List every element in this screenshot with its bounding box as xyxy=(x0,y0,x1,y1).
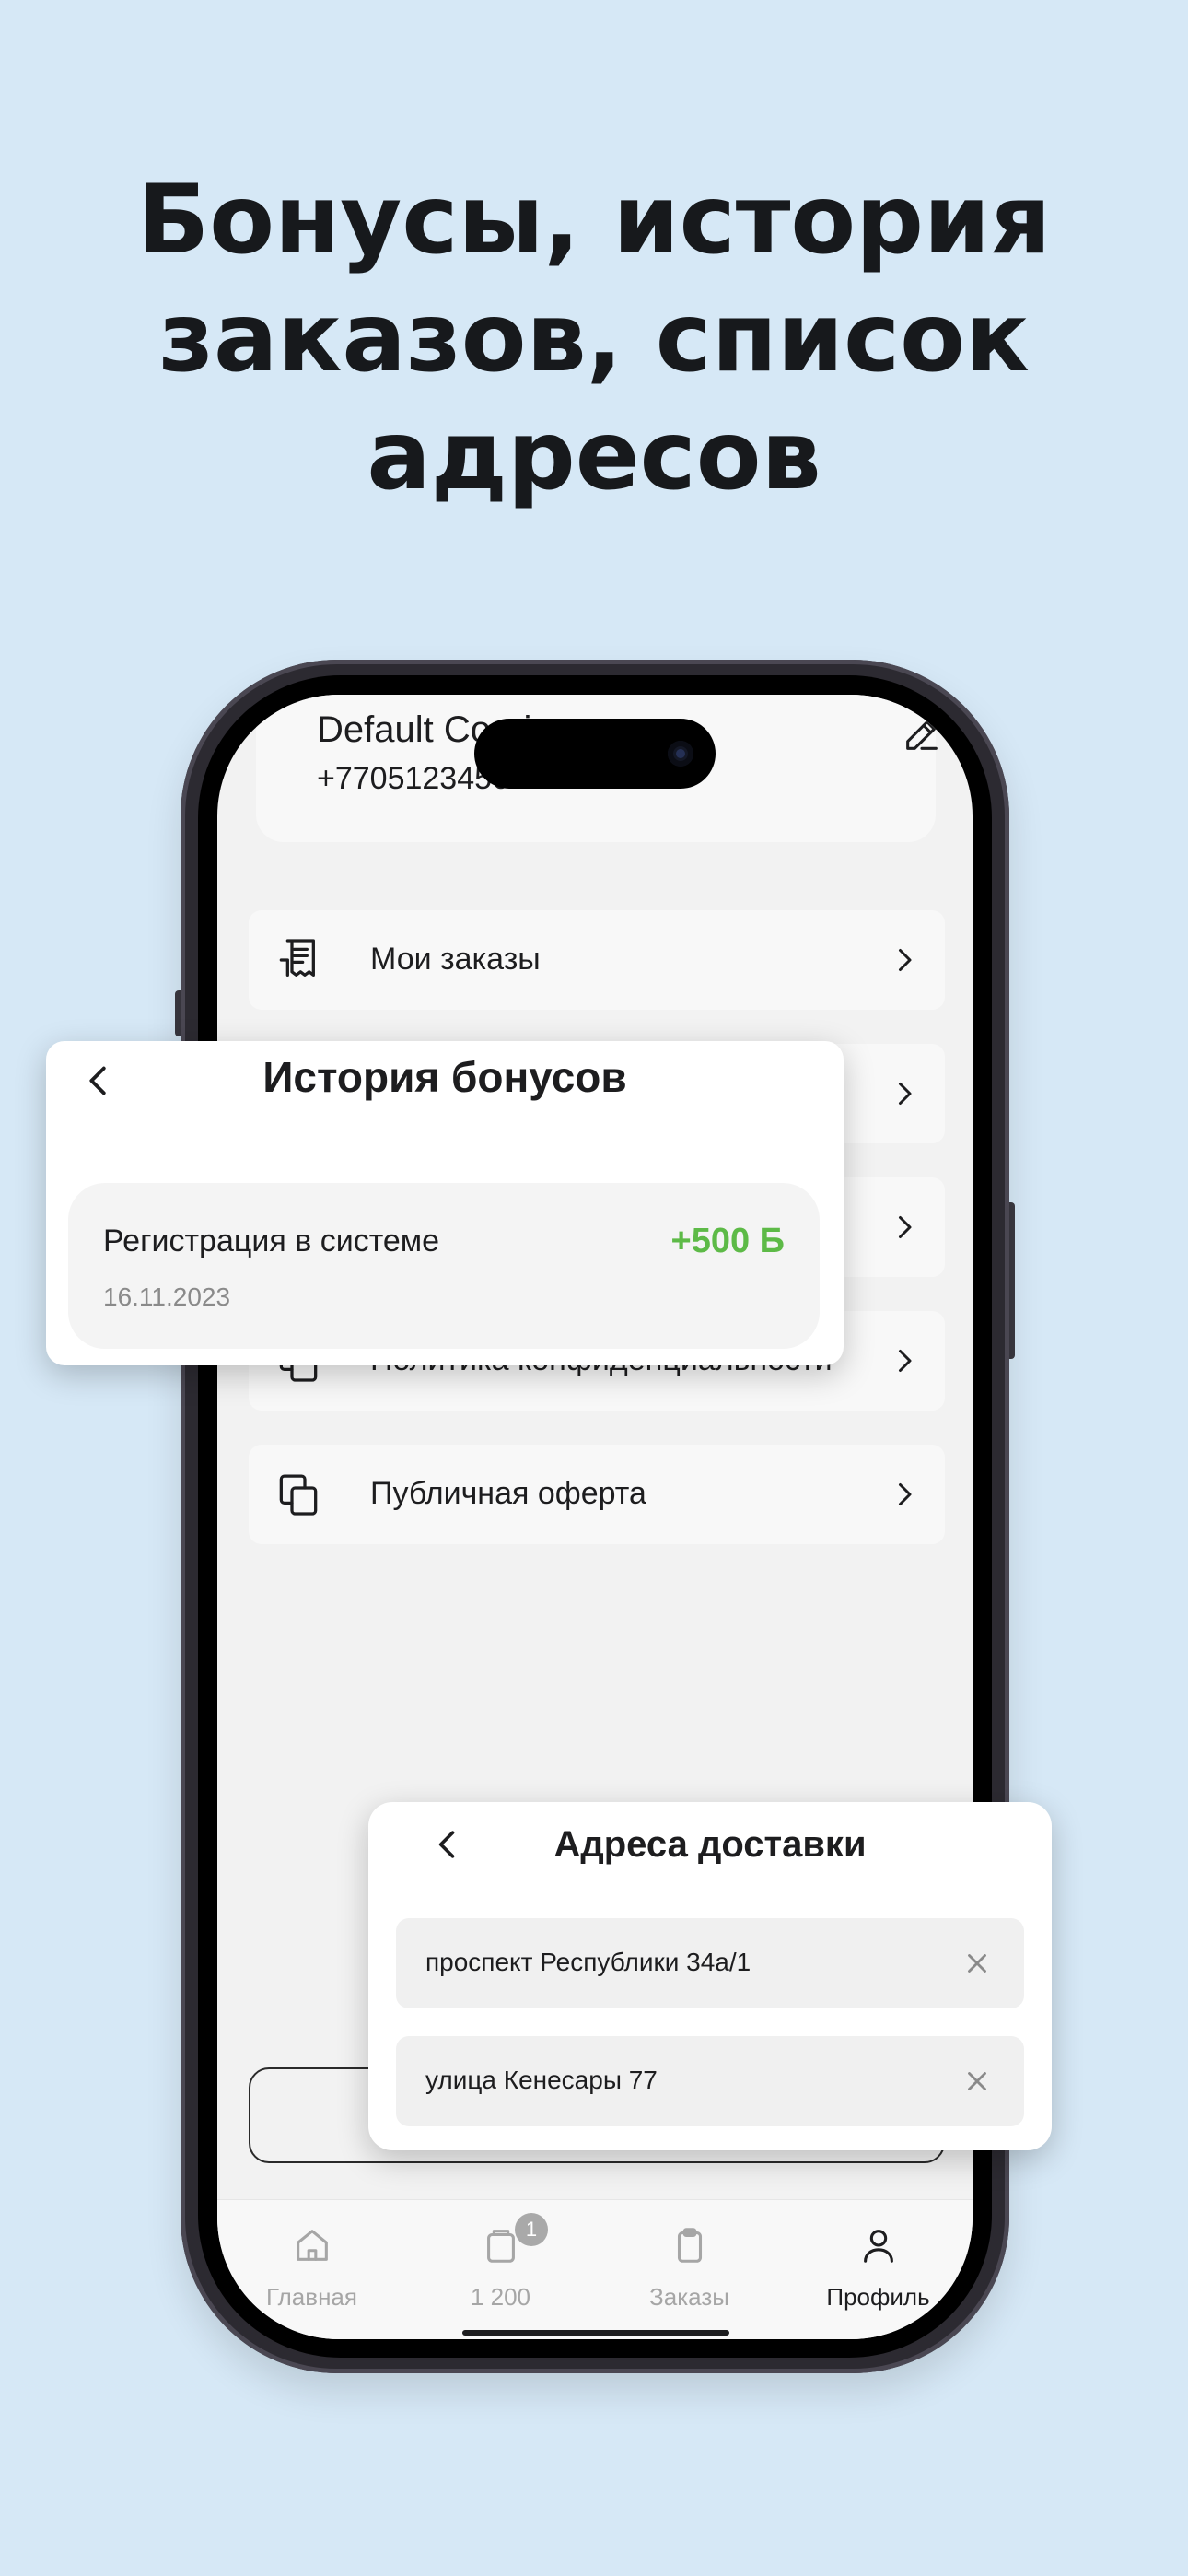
address-text: проспект Республики 34а/1 xyxy=(425,1948,751,1976)
headline-line-3: адресов xyxy=(367,401,821,511)
bonus-entry-amount: +500 Б xyxy=(670,1222,785,1260)
menu-item-my-orders[interactable]: Мои заказы xyxy=(249,910,945,1010)
close-icon[interactable] xyxy=(961,1948,993,1979)
tab-badge: 1 xyxy=(515,2213,548,2246)
delivery-addresses-title: Адреса доставки xyxy=(553,1824,867,1865)
tab-profile[interactable]: Профиль xyxy=(784,2200,973,2339)
page-headline: Бонусы, история заказов, список адресов xyxy=(0,161,1188,515)
front-camera-icon xyxy=(668,741,693,767)
chevron-right-icon xyxy=(899,1483,912,1505)
delivery-addresses-card: Адреса доставки проспект Республики 34а/… xyxy=(368,1802,1052,2150)
chevron-right-icon xyxy=(899,1083,912,1105)
user-icon xyxy=(864,2230,893,2263)
tab-label: Заказы xyxy=(649,2283,729,2311)
chevron-right-icon xyxy=(899,1350,912,1372)
close-icon[interactable] xyxy=(961,2066,993,2097)
menu-item-label: Публичная оферта xyxy=(370,1476,646,1511)
tab-label: Главная xyxy=(266,2283,357,2311)
bonus-history-card: История бонусов Регистрация в системе 16… xyxy=(46,1041,844,1365)
address-item[interactable]: проспект Республики 34а/1 xyxy=(396,1918,1024,2008)
copy-icon xyxy=(279,1474,318,1516)
clipboard-icon xyxy=(677,2228,703,2263)
home-icon xyxy=(297,2230,328,2261)
tab-label: 1 200 xyxy=(470,2283,531,2311)
bonus-entry: Регистрация в системе 16.11.2023 +500 Б xyxy=(68,1183,820,1349)
bonus-entry-title: Регистрация в системе xyxy=(103,1224,440,1259)
home-indicator xyxy=(462,2330,729,2336)
address-text: улица Кенесары 77 xyxy=(425,2066,658,2094)
address-item[interactable]: улица Кенесары 77 xyxy=(396,2036,1024,2126)
tab-home[interactable]: Главная xyxy=(217,2200,406,2339)
tab-bar: Главная 1 1 200 Заказы Профиль xyxy=(217,2199,973,2339)
chevron-right-icon xyxy=(899,949,912,971)
tab-bonuses[interactable]: 1 1 200 xyxy=(406,2200,595,2339)
bonus-history-title: История бонусов xyxy=(262,1053,627,1101)
menu-item-label: Мои заказы xyxy=(370,942,541,977)
headline-line-1: Бонусы, история xyxy=(136,165,1052,275)
headline-line-2: заказов, список xyxy=(158,283,1030,393)
dynamic-island xyxy=(474,719,716,789)
tab-orders[interactable]: Заказы xyxy=(595,2200,784,2339)
chevron-right-icon xyxy=(899,1216,912,1238)
receipt-icon xyxy=(279,939,315,977)
tab-label: Профиль xyxy=(826,2283,930,2311)
edit-pencil-icon[interactable] xyxy=(901,713,943,755)
bonus-entry-date: 16.11.2023 xyxy=(103,1282,231,1311)
menu-item-public-offer[interactable]: Публичная оферта xyxy=(249,1445,945,1544)
